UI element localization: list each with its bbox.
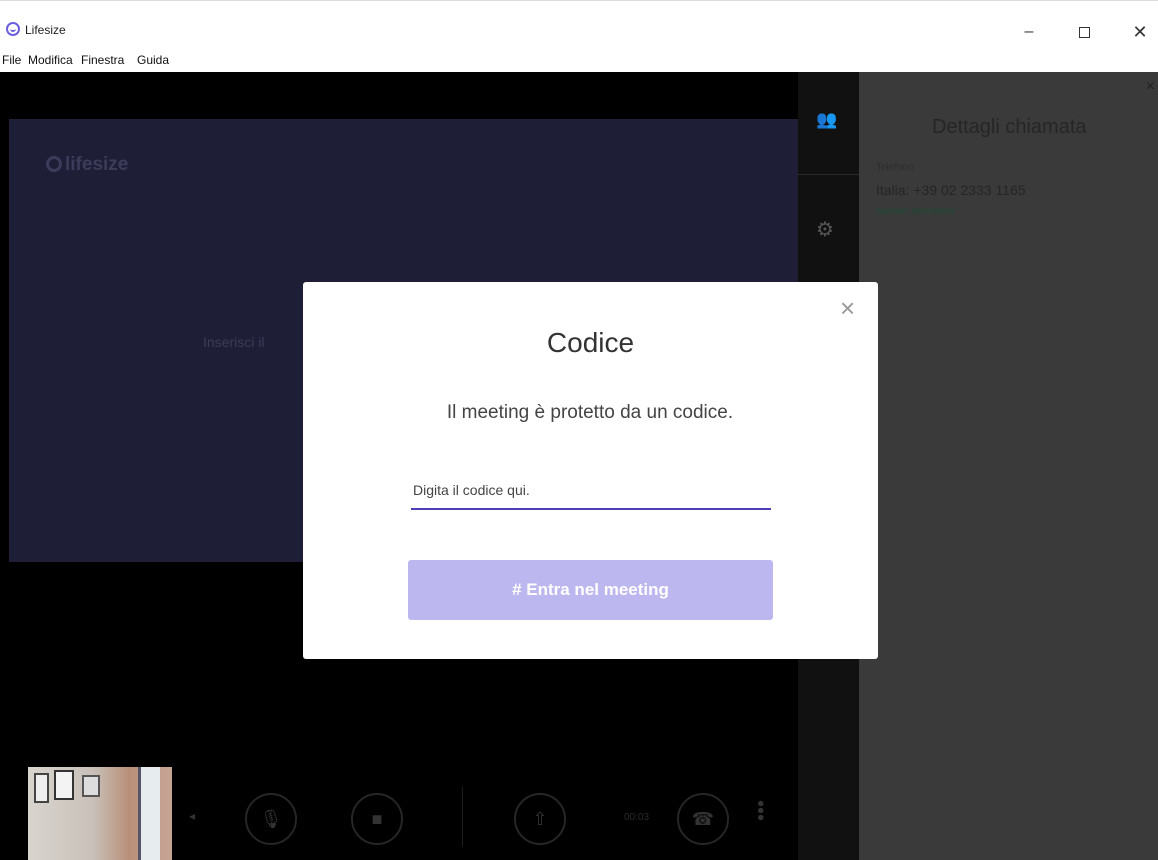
lifesize-ring-icon bbox=[46, 156, 62, 172]
brand-logo: lifesize bbox=[46, 154, 128, 176]
alternative-numbers-link[interactable]: Numeri alternativi bbox=[876, 206, 954, 217]
door bbox=[138, 767, 160, 860]
rail-divider bbox=[798, 174, 859, 175]
menu-modifica[interactable]: Modifica bbox=[28, 53, 73, 67]
menu-bar: File Modifica Finestra Guida bbox=[0, 48, 1158, 72]
details-title: Dettagli chiamata bbox=[932, 116, 1087, 138]
self-view-video bbox=[28, 767, 172, 860]
brand-text: lifesize bbox=[65, 154, 129, 175]
microphone-button[interactable]: 🎙 bbox=[245, 793, 297, 845]
background-prompt: Inserisci il bbox=[203, 334, 265, 350]
wall-frame bbox=[54, 770, 74, 800]
minimize-button[interactable]: – bbox=[1007, 17, 1051, 47]
title-bar: Lifesize – ✕ bbox=[0, 0, 1158, 48]
join-meeting-button[interactable]: # Entra nel meeting bbox=[408, 560, 773, 620]
call-details-panel: × Dettagli chiamata Telefono Italia: +39… bbox=[859, 72, 1158, 860]
dialog-message: Il meeting è protetto da un codice. bbox=[446, 402, 734, 423]
maximize-button[interactable] bbox=[1062, 17, 1106, 47]
menu-guida[interactable]: Guida bbox=[137, 53, 169, 67]
microphone-icon: 🎙 bbox=[259, 808, 283, 829]
participants-icon[interactable]: 👥 bbox=[816, 110, 837, 130]
share-screen-button[interactable]: ⇧ bbox=[514, 793, 566, 845]
window-title: Lifesize bbox=[25, 23, 66, 37]
hang-up-icon: ☎ bbox=[691, 808, 715, 829]
camera-button[interactable]: ■ bbox=[351, 793, 403, 845]
camera-icon: ■ bbox=[371, 808, 383, 829]
phone-number: Italia: +39 02 2333 1165 bbox=[876, 182, 1026, 198]
chevron-left-icon[interactable]: ◂ bbox=[189, 809, 195, 823]
more-options-icon[interactable]: ••• bbox=[749, 800, 771, 821]
hang-up-button[interactable]: ☎ bbox=[677, 793, 729, 845]
menu-finestra[interactable]: Finestra bbox=[81, 53, 124, 67]
maximize-icon bbox=[1078, 26, 1090, 38]
call-timer: 00:03 bbox=[624, 812, 650, 823]
passcode-dialog: × Codice Il meeting è protetto da un cod… bbox=[303, 282, 878, 659]
dialog-close-button[interactable]: × bbox=[840, 295, 855, 321]
wall-frame bbox=[82, 775, 100, 797]
dialog-title: Codice bbox=[546, 327, 635, 358]
share-screen-icon: ⇧ bbox=[532, 808, 548, 829]
details-close-button[interactable]: × bbox=[1146, 78, 1155, 96]
controls-divider bbox=[462, 787, 463, 847]
wall-frame bbox=[34, 773, 49, 803]
menu-file[interactable]: File bbox=[2, 53, 21, 67]
phone-label: Telefono bbox=[876, 162, 914, 173]
passcode-input[interactable] bbox=[411, 472, 771, 510]
gear-icon[interactable]: ⚙ bbox=[816, 217, 834, 242]
lifesize-logo-icon bbox=[6, 22, 20, 36]
close-window-button[interactable]: ✕ bbox=[1118, 17, 1158, 47]
